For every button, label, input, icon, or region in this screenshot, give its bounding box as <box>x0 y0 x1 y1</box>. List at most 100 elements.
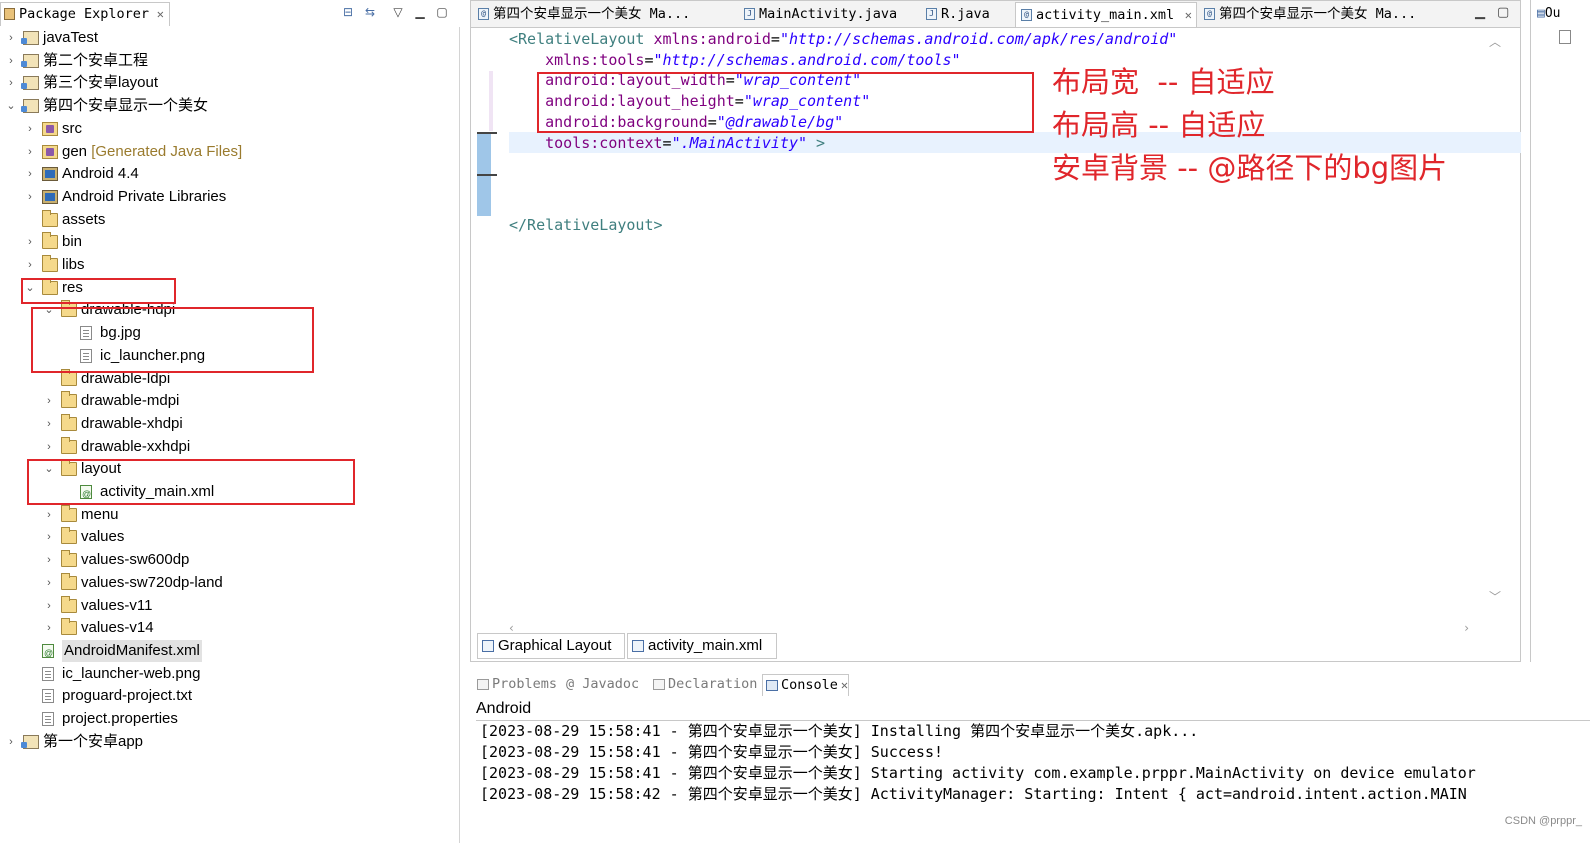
scroll-down-icon[interactable]: ﹀ <box>1489 588 1501 605</box>
tree-item[interactable]: › gen [Generated Java Files] <box>0 141 460 163</box>
expand-arrow-icon[interactable]: › <box>44 617 54 639</box>
restore-icon[interactable] <box>1559 30 1571 44</box>
expand-arrow-icon[interactable]: › <box>25 163 35 185</box>
expand-arrow-icon[interactable]: › <box>6 72 16 94</box>
scroll-up-icon[interactable]: ︿ <box>1489 33 1501 50</box>
tree-item[interactable]: › values-sw720dp-land <box>0 572 460 594</box>
project-icon <box>21 734 39 749</box>
tree-item[interactable]: › javaTest <box>0 27 460 49</box>
code-token: xmlns:android <box>653 30 771 48</box>
code-token: <RelativeLayout <box>509 30 654 48</box>
outline-tab[interactable]: ▤Ou <box>1537 6 1560 21</box>
editor-tab-1[interactable]: J MainActivity.java <box>739 2 919 27</box>
editor-tab-4[interactable]: @ 第四个安卓显示一个美女 Ma... <box>1199 2 1461 27</box>
tree-item[interactable]: › 第二个安卓工程 <box>0 50 460 72</box>
collapse-arrow-icon[interactable]: ⌄ <box>6 95 16 117</box>
scroll-right-icon[interactable]: › <box>1464 621 1469 635</box>
xml-file-icon: @ <box>1021 9 1032 21</box>
expand-arrow-icon[interactable]: › <box>44 549 54 571</box>
close-icon[interactable]: ✕ <box>1185 3 1192 27</box>
editor-tab-label: MainActivity.java <box>759 6 898 22</box>
tree-item[interactable]: › values-v14 <box>0 617 460 639</box>
tree-item[interactable]: › values-v11 <box>0 595 460 617</box>
javadoc-tab[interactable]: @ Javadoc <box>562 674 639 696</box>
highlight-layout-box <box>27 459 355 505</box>
maximize-icon[interactable]: ▢ <box>1497 5 1509 20</box>
expand-arrow-icon[interactable]: › <box>25 231 35 253</box>
tree-item-label: drawable-xhdpi <box>81 413 183 435</box>
tree-item[interactable]: › Android 4.4 <box>0 163 460 185</box>
expand-arrow-icon[interactable]: › <box>6 27 16 49</box>
expand-arrow-icon[interactable]: › <box>44 413 54 435</box>
tree-item[interactable]: › values-sw600dp <box>0 549 460 571</box>
tree-item[interactable]: proguard-project.txt <box>0 685 460 707</box>
code-token: "http://schemas.android.com/apk/res/andr… <box>779 30 1178 48</box>
close-icon[interactable]: ✕ <box>841 678 848 692</box>
expand-arrow-icon[interactable]: › <box>6 731 16 753</box>
xml-file-icon <box>42 642 54 664</box>
expand-arrow-icon[interactable]: › <box>44 595 54 617</box>
file-icon <box>42 712 54 726</box>
tree-item-text: libs <box>62 256 85 273</box>
tree-item[interactable]: › menu <box>0 504 460 526</box>
tree-item[interactable]: ⌄ 第四个安卓显示一个美女 <box>0 95 460 117</box>
expand-arrow-icon[interactable]: › <box>44 436 54 458</box>
close-icon[interactable]: ✕ <box>157 3 164 25</box>
tree-item[interactable]: › drawable-xhdpi <box>0 413 460 435</box>
tree-item[interactable]: › libs <box>0 254 460 276</box>
expand-arrow-icon[interactable]: › <box>6 50 16 72</box>
link-with-editor-icon[interactable]: ⇆ <box>362 5 378 21</box>
expand-arrow-icon[interactable]: › <box>25 118 35 140</box>
minimize-icon[interactable]: ▁ <box>1475 5 1485 20</box>
tree-item-label: 第二个安卓工程 <box>43 50 148 72</box>
folder-icon <box>61 504 77 522</box>
tree-item-text: values-v11 <box>81 596 153 614</box>
collapse-all-icon[interactable]: ⊟ <box>340 5 356 21</box>
xml-source-tab[interactable]: activity_main.xml <box>627 633 777 659</box>
expand-arrow-icon[interactable]: › <box>44 504 54 526</box>
minimize-icon[interactable]: ▁ <box>412 5 428 21</box>
console-line: [2023-08-29 15:58:42 - 第四个安卓显示一个美女] Acti… <box>480 785 1467 803</box>
folder-icon <box>61 413 77 431</box>
maximize-icon[interactable]: ▢ <box>434 5 450 21</box>
tree-item[interactable]: › src <box>0 118 460 140</box>
expand-arrow-icon[interactable]: › <box>44 572 54 594</box>
tree-item[interactable]: › bin <box>0 231 460 253</box>
graphical-layout-tab[interactable]: Graphical Layout <box>477 633 625 659</box>
declaration-tab[interactable]: Declaration <box>650 674 757 696</box>
tree-item[interactable]: AndroidManifest.xml <box>0 639 460 664</box>
outline-icon: ▤ <box>1537 6 1545 21</box>
editor-tab-label: activity_main.xml <box>1036 7 1175 23</box>
expand-arrow-icon[interactable]: › <box>25 254 35 276</box>
console-tab[interactable]: Console ✕ <box>762 674 850 696</box>
tree-item[interactable]: project.properties <box>0 708 460 730</box>
tree-item[interactable]: › 第三个安卓layout <box>0 72 460 94</box>
tree-item-label: Android Private Libraries <box>62 186 226 208</box>
tree-item-text: values-v14 <box>81 619 154 637</box>
problems-tab[interactable]: Problems <box>474 674 557 696</box>
expand-arrow-icon[interactable]: › <box>44 526 54 548</box>
package-explorer-tab[interactable]: Package Explorer ✕ <box>0 2 170 26</box>
expand-arrow-icon[interactable]: › <box>44 390 54 412</box>
expand-arrow-icon[interactable]: › <box>25 141 35 163</box>
tree-item[interactable]: › 第一个安卓app <box>0 731 460 753</box>
editor-tab-2[interactable]: J R.java <box>921 2 1011 27</box>
highlight-drawable-box <box>31 307 314 373</box>
editor-tab-3[interactable]: @ activity_main.xml ✕ <box>1015 2 1197 27</box>
problems-icon <box>477 679 489 690</box>
tree-item[interactable]: › Android Private Libraries <box>0 186 460 208</box>
tree-item[interactable]: assets <box>0 209 460 231</box>
tree-item-label: drawable-xxhdpi <box>81 436 190 458</box>
editor-tab-0[interactable]: @ 第四个安卓显示一个美女 Ma... <box>473 2 735 27</box>
tree-item[interactable]: ic_launcher-web.png <box>0 663 460 685</box>
view-menu-icon[interactable]: ▽ <box>390 5 406 21</box>
expand-arrow-icon[interactable]: › <box>25 186 35 208</box>
tree-item[interactable]: › drawable-mdpi <box>0 390 460 412</box>
tree-item[interactable]: › values <box>0 526 460 548</box>
tree-item[interactable]: › drawable-xxhdpi <box>0 436 460 458</box>
console-tab-label: Declaration <box>668 676 758 692</box>
vertical-scrollbar[interactable]: ︿ ﹀ <box>1489 33 1503 605</box>
tree-item-text: AndroidManifest.xml <box>64 641 200 659</box>
folder-icon <box>42 209 58 227</box>
console-tab-label: @ Javadoc <box>566 676 640 692</box>
